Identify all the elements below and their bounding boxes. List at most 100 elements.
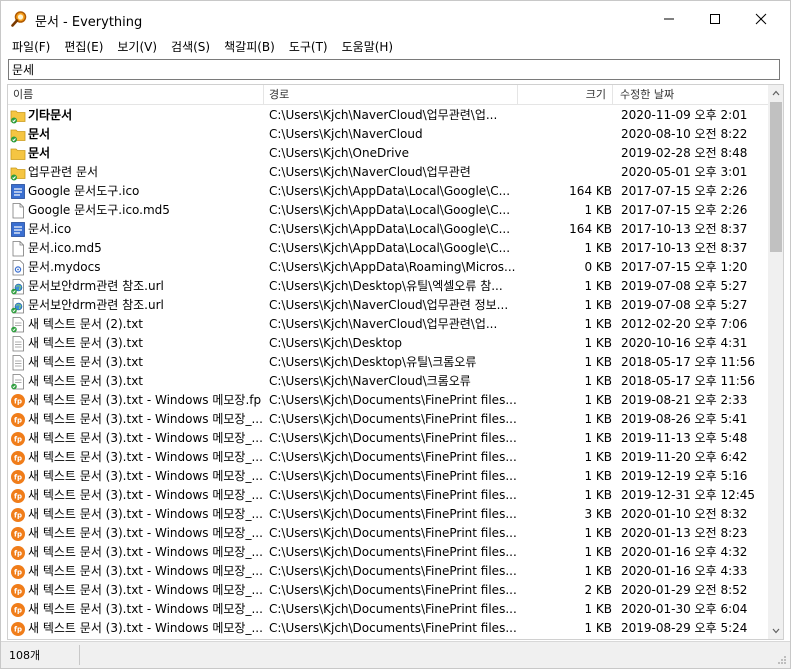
minimize-button[interactable]: [646, 1, 692, 37]
file-name: Google 문서도구.ico: [28, 184, 140, 198]
table-row[interactable]: 새 텍스트 문서 (3).txt C:\Users\Kjch\NaverCloud…: [8, 372, 768, 391]
file-name: 문서: [28, 127, 51, 141]
file-path: C:\Users\Kjch\Documents\FinePrint files.…: [269, 469, 517, 483]
minimize-icon: [664, 18, 674, 20]
file-path: C:\Users\Kjch\NaverCloud\크롬오류: [269, 374, 471, 388]
table-row[interactable]: fp 새 텍스트 문서 (3).txt - Windows 메모장_... C:\U…: [8, 581, 768, 600]
menu-tools[interactable]: 도구(T): [282, 37, 335, 57]
fp-file-icon: fp: [10, 430, 26, 447]
file-path: C:\Users\Kjch\Desktop\유틸\엑셀오류 참...: [269, 279, 503, 293]
file-date: 2018-05-17 오후 11:56: [621, 355, 756, 369]
fp-file-icon: fp: [10, 525, 26, 542]
close-button[interactable]: [738, 1, 784, 37]
table-row[interactable]: 문서보안drm관련 참조.url C:\Users\Kjch\NaverCloud…: [8, 296, 768, 315]
file-name: 기타문서: [28, 108, 73, 122]
search-input[interactable]: [9, 60, 779, 79]
fp-file-icon: fp: [10, 582, 26, 599]
column-size[interactable]: 크기: [518, 85, 613, 105]
table-row[interactable]: 문서보안drm관련 참조.url C:\Users\Kjch\Desktop\유틸…: [8, 277, 768, 296]
table-row[interactable]: 새 텍스트 문서 (2).txt C:\Users\Kjch\NaverCloud…: [8, 315, 768, 334]
table-row[interactable]: fp 새 텍스트 문서 (3).txt - Windows 메모장_... C:\U…: [8, 410, 768, 429]
table-row[interactable]: fp 새 텍스트 문서 (3).txt - Windows 메모장_... C:\U…: [8, 524, 768, 543]
table-row[interactable]: 문서 C:\Users\Kjch\OneDrive 2019-02-28 오전 8:…: [8, 144, 768, 163]
menu-bookmarks[interactable]: 책갈피(B): [217, 37, 282, 57]
table-row[interactable]: fp 새 텍스트 문서 (3).txt - Windows 메모장_... C:\U…: [8, 429, 768, 448]
table-row[interactable]: fp 새 텍스트 문서 (3).txt - Windows 메모장_... C:\U…: [8, 486, 768, 505]
table-row[interactable]: 새 텍스트 문서 (3).txt C:\Users\Kjch\Desktop 1 K…: [8, 334, 768, 353]
svg-text:fp: fp: [14, 531, 22, 539]
file-name: 새 텍스트 문서 (3).txt - Windows 메모장_...: [28, 450, 263, 464]
column-date[interactable]: 수정한 날짜: [615, 85, 768, 105]
table-row[interactable]: fp 새 텍스트 문서 (3).txt - Windows 메모장_... C:\U…: [8, 505, 768, 524]
file-size: 1 KB: [584, 526, 612, 540]
table-row[interactable]: 문서.ico C:\Users\Kjch\AppData\Local\Google…: [8, 220, 768, 239]
menu-search[interactable]: 검색(S): [164, 37, 217, 57]
menu-help[interactable]: 도움말(H): [335, 37, 401, 57]
file-size: 1 KB: [584, 545, 612, 559]
svg-text:fp: fp: [14, 455, 22, 463]
menu-file[interactable]: 파일(F): [5, 37, 57, 57]
file-path: C:\Users\Kjch\AppData\Local\Google\C...: [269, 222, 511, 236]
file-name: 새 텍스트 문서 (3).txt - Windows 메모장_...: [28, 431, 263, 445]
table-row[interactable]: fp 새 텍스트 문서 (3).txt - Windows 메모장_... C:\U…: [8, 467, 768, 486]
file-date: 2019-07-08 오후 5:27: [621, 298, 748, 312]
column-path[interactable]: 경로: [264, 85, 518, 105]
table-row[interactable]: 문서 C:\Users\Kjch\NaverCloud 2020-08-10 오전 …: [8, 125, 768, 144]
maximize-button[interactable]: [692, 1, 738, 37]
table-row[interactable]: fp 새 텍스트 문서 (3).txt - Windows 메모장.fp C:\Us…: [8, 391, 768, 410]
fp-file-icon: fp: [10, 544, 26, 561]
vertical-scrollbar[interactable]: [768, 85, 783, 639]
file-path: C:\Users\Kjch\Documents\FinePrint files.…: [269, 393, 517, 407]
file-size: 1 KB: [584, 621, 612, 635]
table-row[interactable]: fp 새 텍스트 문서 (3).txt - Windows 메모장_... C:\U…: [8, 543, 768, 562]
file-date: 2017-07-15 오후 2:26: [621, 203, 748, 217]
file-date: 2019-11-20 오후 6:42: [621, 450, 748, 464]
file-path: C:\Users\Kjch\Documents\FinePrint files.…: [269, 488, 517, 502]
table-row[interactable]: fp 새 텍스트 문서 (3).txt - Windows 메모장_... C:\U…: [8, 562, 768, 581]
scroll-thumb[interactable]: [770, 102, 782, 252]
scroll-up-button[interactable]: [768, 85, 783, 101]
title-bar[interactable]: 문서 - Everything: [1, 1, 790, 37]
results-list[interactable]: 이름 경로 크기 수정한 날짜 기타문서 C:\Users\Kjch\NaverC…: [7, 84, 784, 640]
file-name: 새 텍스트 문서 (3).txt - Windows 메모장_...: [28, 564, 263, 578]
url-file-icon: [10, 297, 26, 314]
resize-grip-icon[interactable]: [777, 655, 787, 665]
table-row[interactable]: Google 문서도구.ico C:\Users\Kjch\AppData\Loc…: [8, 182, 768, 201]
table-row[interactable]: 문서.ico.md5 C:\Users\Kjch\AppData\Local\Go…: [8, 239, 768, 258]
table-row[interactable]: 업무관련 문서 C:\Users\Kjch\NaverCloud\업무관련 2020…: [8, 163, 768, 182]
file-size: 1 KB: [584, 393, 612, 407]
fp-file-icon: fp: [10, 506, 26, 523]
file-size: 1 KB: [584, 203, 612, 217]
file-path: C:\Users\Kjch\Documents\FinePrint files.…: [269, 564, 517, 578]
file-size: 1 KB: [584, 564, 612, 578]
column-name[interactable]: 이름: [8, 85, 264, 105]
menu-view[interactable]: 보기(V): [110, 37, 164, 57]
table-row[interactable]: fp 새 텍스트 문서 (3).txt - Windows 메모장_... C:\U…: [8, 448, 768, 467]
folder-icon: [10, 145, 26, 162]
status-divider: [79, 645, 80, 665]
file-path: C:\Users\Kjch\Documents\FinePrint files.…: [269, 583, 517, 597]
file-date: 2019-02-28 오전 8:48: [621, 146, 748, 160]
fp-file-icon: fp: [10, 411, 26, 428]
table-row[interactable]: Google 문서도구.ico.md5 C:\Users\Kjch\AppData…: [8, 201, 768, 220]
fp-file-icon: fp: [10, 601, 26, 618]
svg-text:fp: fp: [14, 607, 22, 615]
file-date: 2019-12-19 오후 5:16: [621, 469, 748, 483]
file-size: 1 KB: [584, 488, 612, 502]
file-size: 1 KB: [584, 412, 612, 426]
file-path: C:\Users\Kjch\Documents\FinePrint files.…: [269, 431, 517, 445]
table-row[interactable]: fp 새 텍스트 문서 (3).txt - Windows 메모장_... C:\U…: [8, 619, 768, 638]
svg-text:fp: fp: [14, 417, 22, 425]
file-date: 2019-08-29 오후 5:24: [621, 621, 748, 635]
menu-edit[interactable]: 편집(E): [57, 37, 110, 57]
scroll-down-button[interactable]: [768, 623, 783, 639]
file-date: 2020-01-30 오후 6:04: [621, 602, 748, 616]
table-row[interactable]: 기타문서 C:\Users\Kjch\NaverCloud\업무관련\업... 20…: [8, 106, 768, 125]
table-row[interactable]: fp 새 텍스트 문서 (3).txt - Windows 메모장_... C:\U…: [8, 600, 768, 619]
table-row[interactable]: 새 텍스트 문서 (3).txt C:\Users\Kjch\Desktop\유틸…: [8, 353, 768, 372]
text-file-icon: [10, 335, 26, 352]
result-rows: 기타문서 C:\Users\Kjch\NaverCloud\업무관련\업... 20…: [8, 106, 768, 639]
table-row[interactable]: 문서.mydocs C:\Users\Kjch\AppData\Roaming\M…: [8, 258, 768, 277]
search-box: [8, 59, 780, 80]
blank-file-icon: [10, 202, 26, 219]
